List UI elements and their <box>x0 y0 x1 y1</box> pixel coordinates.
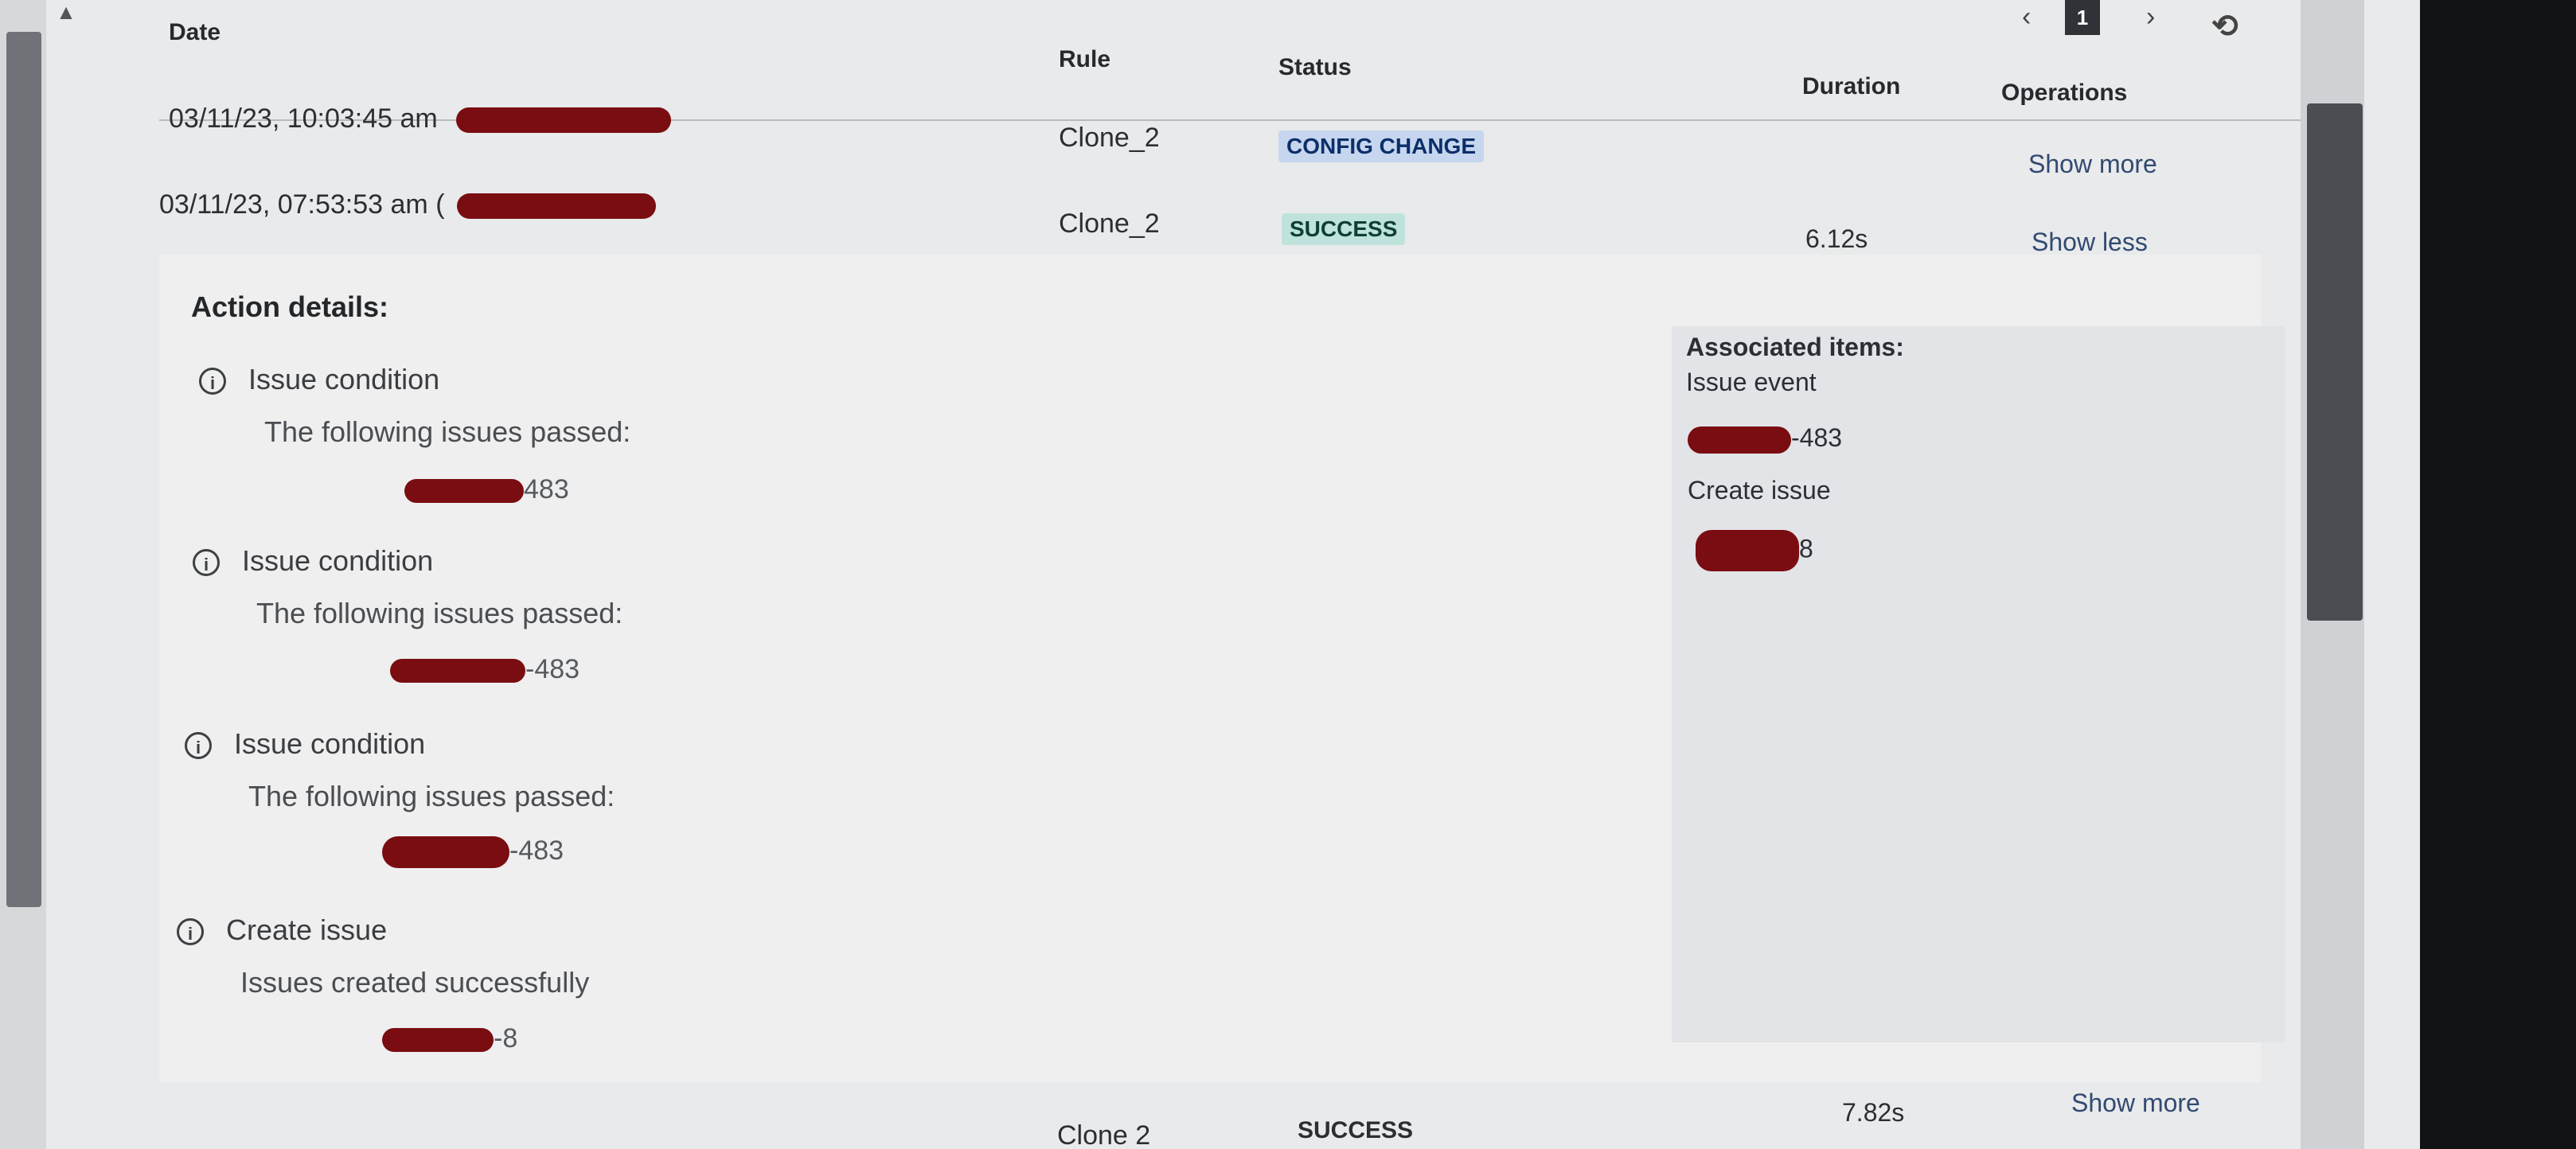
chevron-left-icon[interactable]: ‹ <box>2022 2 2031 49</box>
left-scrollbar-thumb[interactable] <box>6 32 41 907</box>
scroll-up-icon[interactable]: ▲ <box>46 0 86 32</box>
show-more-button[interactable]: Show more <box>2028 150 2157 179</box>
column-header-date[interactable]: Date <box>169 19 221 46</box>
info-icon: i <box>199 368 226 395</box>
step-title: i Issue condition <box>199 363 439 396</box>
redacted-text <box>404 479 524 504</box>
redacted-text <box>382 836 509 869</box>
info-icon: i <box>185 732 212 760</box>
step-title: i Issue condition <box>185 727 425 761</box>
issue-link[interactable]: -483 <box>382 835 564 869</box>
step-title: i Issue condition <box>193 544 433 578</box>
step-message: The following issues passed: <box>256 597 623 629</box>
issue-link[interactable]: 483 <box>404 474 569 505</box>
show-more-button[interactable]: Show more <box>2071 1089 2200 1118</box>
redacted-text <box>390 659 525 684</box>
issue-link[interactable]: -483 <box>390 654 580 685</box>
step-message: Issues created successfully <box>240 966 590 999</box>
associated-create-label: Create issue <box>1688 476 1831 504</box>
screen: ▲ Date Rule Status Duration Operations ‹… <box>0 0 2420 1149</box>
table-row[interactable]: Clone 2 SUCCESS 7.82s Show more <box>159 1082 2309 1149</box>
step-title: i Create issue <box>177 913 387 947</box>
step-message: The following issues passed: <box>248 780 615 812</box>
row-duration: 7.82s <box>1842 1098 1905 1127</box>
refresh-icon[interactable]: ⟲ <box>2211 8 2238 56</box>
show-less-button[interactable]: Show less <box>2032 228 2148 257</box>
redacted-text <box>1696 530 1799 571</box>
associated-event-issue-link[interactable]: -483 <box>1688 423 1842 454</box>
row-rule: Clone 2 <box>1057 1120 1151 1149</box>
redacted-text <box>382 1028 494 1053</box>
redacted-text <box>1688 426 1791 454</box>
column-header-operations[interactable]: Operations <box>2001 80 2127 107</box>
row-date: 03/11/23, 10:03:45 am <box>169 103 672 134</box>
associated-items-title: Associated items: <box>1686 333 1904 361</box>
info-icon: i <box>193 549 220 577</box>
redacted-text <box>456 193 656 220</box>
row-rule: Clone_2 <box>1059 123 1160 153</box>
chevron-right-icon[interactable]: › <box>2146 2 2155 49</box>
monitor-bezel <box>2420 0 2576 1149</box>
table-row[interactable]: 03/11/23, 10:03:45 am Clone_2 CONFIG CHA… <box>159 103 2309 183</box>
row-status: SUCCESS <box>1298 1117 1414 1143</box>
row-rule: Clone_2 <box>1059 208 1160 239</box>
page-number[interactable]: 1 <box>2065 0 2100 35</box>
info-icon: i <box>177 918 204 946</box>
step-message: The following issues passed: <box>264 415 631 448</box>
column-header-rule[interactable]: Rule <box>1059 46 1110 73</box>
associated-event-label: Issue event <box>1686 368 1817 396</box>
column-header-status[interactable]: Status <box>1278 54 1352 81</box>
associated-created-issue-link[interactable]: 8 <box>1696 530 1813 571</box>
action-details-title: Action details: <box>191 290 389 323</box>
status-badge: SUCCESS <box>1282 213 1406 245</box>
issue-link[interactable]: -8 <box>382 1023 517 1054</box>
status-badge: CONFIG CHANGE <box>1278 130 1484 162</box>
right-scrollbar-thumb[interactable] <box>2307 103 2363 621</box>
column-header-duration[interactable]: Duration <box>1802 73 1900 100</box>
row-duration: 6.12s <box>1805 224 1868 253</box>
redacted-text <box>456 107 672 134</box>
row-date: 03/11/23, 07:53:53 am ( <box>159 189 656 220</box>
